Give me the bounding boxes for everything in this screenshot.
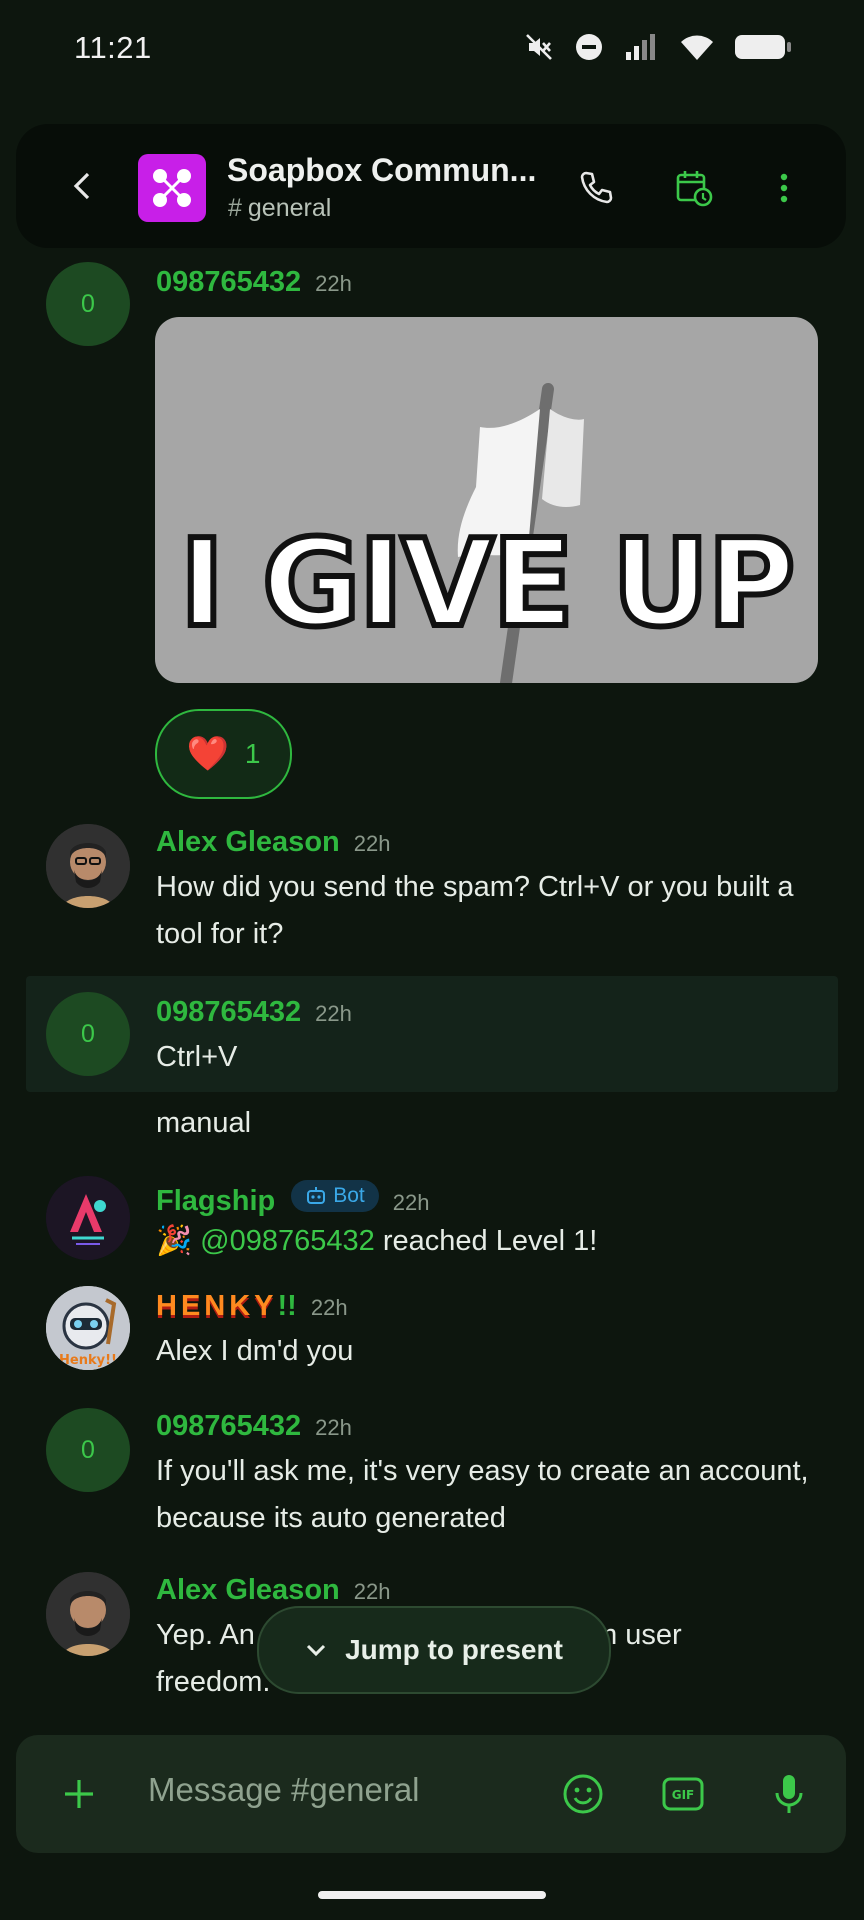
calendar-clock-icon [676,171,713,207]
timestamp: 22h [392,1190,430,1215]
phone-icon [580,171,613,204]
hash-icon: # [228,194,242,222]
avatar[interactable] [46,1572,130,1656]
author-name[interactable]: Flagship Bot 22h [156,1180,429,1218]
avatar[interactable]: 0 [46,262,130,346]
chevron-down-icon [307,1644,326,1657]
timestamp: 22h [315,1001,352,1026]
server-icon[interactable] [138,154,206,222]
message-text: Alex I dm'd you [156,1335,354,1367]
reaction-count: 1 [244,738,261,769]
user-avatar-image [46,1572,130,1656]
author-name[interactable]: 098765432 22h [156,1410,352,1443]
author-name[interactable]: Alex Gleason 22h [156,826,390,859]
party-emoji: 🎉 [156,1225,193,1257]
author-label: 098765432 [156,1410,302,1442]
author-label: Alex Gleason [156,1574,340,1606]
plus-icon [65,1780,93,1808]
jump-to-present-button[interactable]: Jump to present [257,1606,611,1694]
wifi-icon [681,35,713,60]
message-input[interactable]: Message #general [148,1771,420,1809]
status-bar: 11:21 [0,0,864,100]
timestamp: 22h [315,271,352,296]
message-text: How did you send the spam? Ctrl+V or you… [156,871,794,950]
battery-icon [735,35,791,59]
henky-avatar-image: Henky!! [46,1286,130,1370]
user-mention[interactable]: @098765432 [200,1225,375,1257]
gif-button[interactable]: GIF [658,1769,708,1819]
message-composer: Message #general GIF [16,1735,846,1853]
message-text: If you'll ask me, it's very easy to crea… [156,1455,809,1534]
bot-badge: Bot [291,1180,379,1212]
microphone-icon [775,1775,803,1813]
avatar[interactable] [46,1176,130,1260]
add-attachment-button[interactable] [56,1771,102,1817]
avatar-caption: Henky!! [59,1353,117,1368]
signal-icon [626,34,655,60]
author-label: 098765432 [156,266,302,298]
channel-label: general [247,194,332,222]
reaction-chip[interactable]: ❤️ 1 [155,709,292,799]
message-followup-text: manual [156,1107,252,1139]
svg-text:GIF: GIF [672,1788,695,1802]
bot-badge-label: Bot [333,1184,365,1207]
status-time: 11:21 [74,30,152,65]
avatar[interactable]: 0 [46,1408,130,1492]
call-button[interactable] [572,164,620,212]
author-label: Alex Gleason [156,826,340,858]
author-label: Flagship [156,1185,276,1217]
author-suffix: !! [277,1290,297,1322]
home-indicator[interactable] [318,1891,546,1899]
timestamp: 22h [315,1415,352,1440]
user-avatar-image [46,824,130,908]
events-button[interactable] [670,164,718,212]
robot-icon [307,1187,326,1204]
avatar[interactable] [46,824,130,908]
flagship-logo-icon [46,1176,130,1260]
author-name[interactable]: HENKY!! 22h [156,1290,348,1323]
level-up-text: reached Level 1! [374,1225,598,1257]
gif-caption: I GIVE UP [177,512,799,657]
do-not-disturb-icon [576,34,602,60]
gif-icon: GIF [662,1777,704,1811]
jump-to-present-label: Jump to present [345,1634,563,1665]
emoji-button[interactable] [558,1769,608,1819]
back-button[interactable] [62,164,102,208]
smiley-icon [563,1774,603,1814]
author-label: 098765432 [156,996,302,1028]
author-name[interactable]: 098765432 22h [156,996,352,1029]
timestamp: 22h [353,1579,391,1604]
channel-name[interactable]: # general [228,194,331,223]
channel-header: Soapbox Commun... # general [16,124,846,248]
timestamp: 22h [310,1295,348,1320]
server-name[interactable]: Soapbox Commun... [227,152,536,189]
kebab-menu-icon [780,173,788,203]
author-name[interactable]: Alex Gleason 22h [156,1574,390,1607]
message-text: 🎉 @098765432 reached Level 1! [156,1218,846,1265]
heart-emoji: ❤️ [186,735,229,773]
author-label: HENKY [156,1290,278,1322]
author-name[interactable]: 098765432 22h [156,266,352,299]
message-text-start: Yep. An [156,1619,255,1651]
voice-message-button[interactable] [764,1769,814,1819]
more-options-button[interactable] [760,164,808,212]
chevron-left-icon [73,172,90,200]
message-text: Ctrl+V [156,1041,238,1073]
network-nodes-icon [153,169,191,207]
message-list[interactable]: 0 098765432 22h I GIVE UP ❤️ 1 Alex Glea… [0,250,864,1730]
mute-icon [526,34,552,60]
status-icons [524,32,792,62]
timestamp: 22h [353,831,391,856]
avatar[interactable]: Henky!! [46,1286,130,1370]
avatar[interactable]: 0 [46,992,130,1076]
gif-attachment[interactable]: I GIVE UP [155,317,818,683]
